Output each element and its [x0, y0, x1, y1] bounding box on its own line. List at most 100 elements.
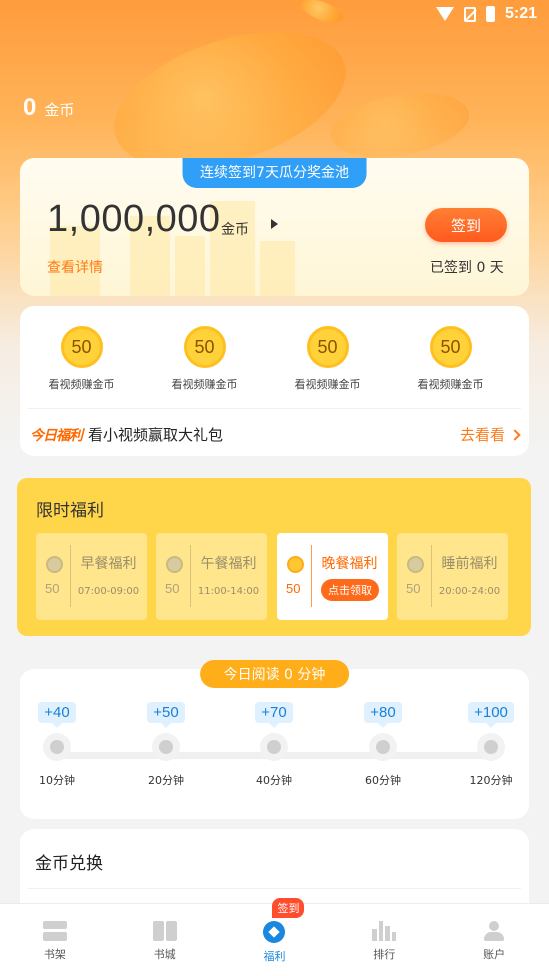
milestone-reward: +80	[364, 702, 402, 723]
reading-rewards-card: 今日阅读 0 分钟 +40 10分钟 +50 20分钟 +70 40分钟 +80…	[20, 660, 529, 819]
signed-days-status: 已签到 0 天	[430, 260, 504, 276]
today-welfare-row[interactable]: 今日福利 看小视频赢取大礼包 去看看	[30, 424, 521, 445]
nav-item-bookshelf[interactable]: 书架	[0, 904, 110, 976]
welfare-slot-breakfast[interactable]: 50 早餐福利 07:00-09:00	[36, 533, 147, 620]
coin-reward-icon: 50	[60, 326, 103, 368]
play-arrow-icon[interactable]	[271, 219, 278, 229]
milestone-dot	[152, 733, 180, 761]
view-details-link[interactable]: 查看详情	[47, 257, 103, 277]
account-icon	[482, 921, 506, 941]
coin-icon	[166, 556, 183, 573]
reading-milestone[interactable]: +40 10分钟	[21, 702, 93, 788]
slot-name: 睡前福利	[441, 556, 498, 572]
slot-amount: 50	[165, 581, 180, 596]
slot-name: 晚餐福利	[321, 556, 378, 572]
coin-decoration	[325, 83, 475, 167]
slot-time: 11:00-14:00	[197, 586, 260, 597]
reading-milestone[interactable]: +80 60分钟	[347, 702, 419, 788]
milestone-label: 40分钟	[256, 774, 292, 787]
slot-amount: 50	[286, 581, 301, 596]
prize-pool-amount: 1,000,000	[47, 198, 221, 240]
ranking-icon	[372, 921, 397, 941]
status-time: 5:21	[504, 5, 537, 22]
sign-in-badge: 签到	[272, 898, 305, 918]
slot-name: 早餐福利	[80, 556, 137, 572]
coin-balance: 0 金币	[23, 94, 74, 122]
today-reading-banner: 今日阅读 0 分钟	[199, 660, 350, 688]
bookstore-icon	[152, 921, 177, 941]
welfare-slot-dinner[interactable]: 50 晚餐福利 点击领取	[277, 533, 388, 620]
milestone-reward: +100	[468, 702, 514, 723]
milestone-dot	[477, 733, 505, 761]
welfare-slot-lunch[interactable]: 50 午餐福利 11:00-14:00	[156, 533, 267, 620]
nav-label: 书架	[43, 948, 66, 961]
video-task-item[interactable]: 50 看视频赚金币	[389, 326, 512, 392]
slot-amount: 50	[406, 581, 421, 596]
video-task-label: 看视频赚金币	[171, 378, 238, 391]
milestone-dot	[43, 733, 71, 761]
coin-exchange-title: 金币兑换	[35, 854, 103, 874]
milestone-label: 120分钟	[469, 774, 513, 787]
limited-welfare-title: 限时福利	[36, 501, 104, 521]
nav-label: 福利	[263, 950, 286, 963]
nav-item-bookstore[interactable]: 书城	[110, 904, 220, 976]
divider	[28, 888, 521, 889]
city-decoration	[175, 236, 205, 296]
milestone-reward: +50	[147, 702, 185, 723]
sign-in-button[interactable]: 签到	[425, 208, 507, 242]
milestone-dot	[260, 733, 288, 761]
chevron-right-icon	[509, 428, 521, 441]
coin-icon	[407, 556, 424, 573]
sign-in-card: 连续签到7天瓜分奖金池 1,000,000 金币 查看详情 签到 已签到 0 天	[20, 158, 529, 296]
milestone-label: 10分钟	[39, 774, 75, 787]
go-watch-label: 去看看	[459, 426, 505, 444]
prize-pool-unit: 金币	[221, 222, 249, 238]
today-welfare-tag: 今日福利	[30, 427, 83, 444]
coin-reward-icon: 50	[183, 326, 226, 368]
milestone-label: 20分钟	[148, 774, 184, 787]
coin-balance-unit: 金币	[44, 101, 75, 119]
video-task-item[interactable]: 50 看视频赚金币	[266, 326, 389, 392]
slot-amount: 50	[45, 581, 60, 596]
nav-item-welfare[interactable]: 签到 福利	[220, 898, 330, 976]
no-sim-icon	[463, 6, 476, 22]
bookshelf-icon	[42, 921, 67, 941]
video-task-item[interactable]: 50 看视频赚金币	[20, 326, 143, 392]
coin-icon	[287, 556, 304, 573]
nav-label: 账户	[483, 948, 506, 961]
coin-balance-amount: 0	[23, 94, 37, 121]
welfare-icon	[263, 921, 286, 943]
slot-time: 20:00-24:00	[438, 586, 501, 597]
today-welfare-text: 看小视频赢取大礼包	[88, 426, 224, 444]
nav-label: 排行	[373, 948, 396, 961]
limited-welfare-card: 限时福利 50 早餐福利 07:00-09:00 50 午餐福利 11:00-1…	[17, 478, 531, 636]
claim-button[interactable]: 点击领取	[321, 579, 379, 601]
video-tasks-card: 50 看视频赚金币 50 看视频赚金币 50 看视频赚金币 50 看视频赚金币 …	[20, 306, 529, 456]
coin-reward-icon: 50	[306, 326, 349, 368]
wifi-icon	[435, 7, 454, 21]
divider	[28, 408, 521, 409]
status-bar: 5:21	[0, 0, 549, 30]
coin-reward-icon: 50	[429, 326, 472, 368]
milestone-dot	[369, 733, 397, 761]
video-task-label: 看视频赚金币	[417, 378, 484, 391]
city-decoration	[260, 241, 295, 296]
nav-item-account[interactable]: 账户	[439, 904, 549, 976]
sign-streak-banner: 连续签到7天瓜分奖金池	[182, 158, 367, 188]
milestone-label: 60分钟	[365, 774, 401, 787]
coin-icon	[46, 556, 63, 573]
reading-milestone[interactable]: +100 120分钟	[455, 702, 527, 788]
go-watch-link[interactable]: 去看看	[459, 424, 521, 445]
video-task-item[interactable]: 50 看视频赚金币	[143, 326, 266, 392]
nav-item-ranking[interactable]: 排行	[329, 904, 439, 976]
video-task-label: 看视频赚金币	[48, 378, 115, 391]
slot-time: 07:00-09:00	[77, 586, 140, 597]
video-task-label: 看视频赚金币	[294, 378, 361, 391]
nav-label: 书城	[153, 948, 176, 961]
welfare-slot-bedtime[interactable]: 50 睡前福利 20:00-24:00	[397, 533, 508, 620]
bottom-navigation: 书架 书城 签到 福利 排行 账户	[0, 898, 549, 976]
reading-milestone[interactable]: +50 20分钟	[130, 702, 202, 788]
reading-milestone[interactable]: +70 40分钟	[238, 702, 310, 788]
slot-name: 午餐福利	[200, 556, 257, 572]
milestone-reward: +70	[255, 702, 293, 723]
